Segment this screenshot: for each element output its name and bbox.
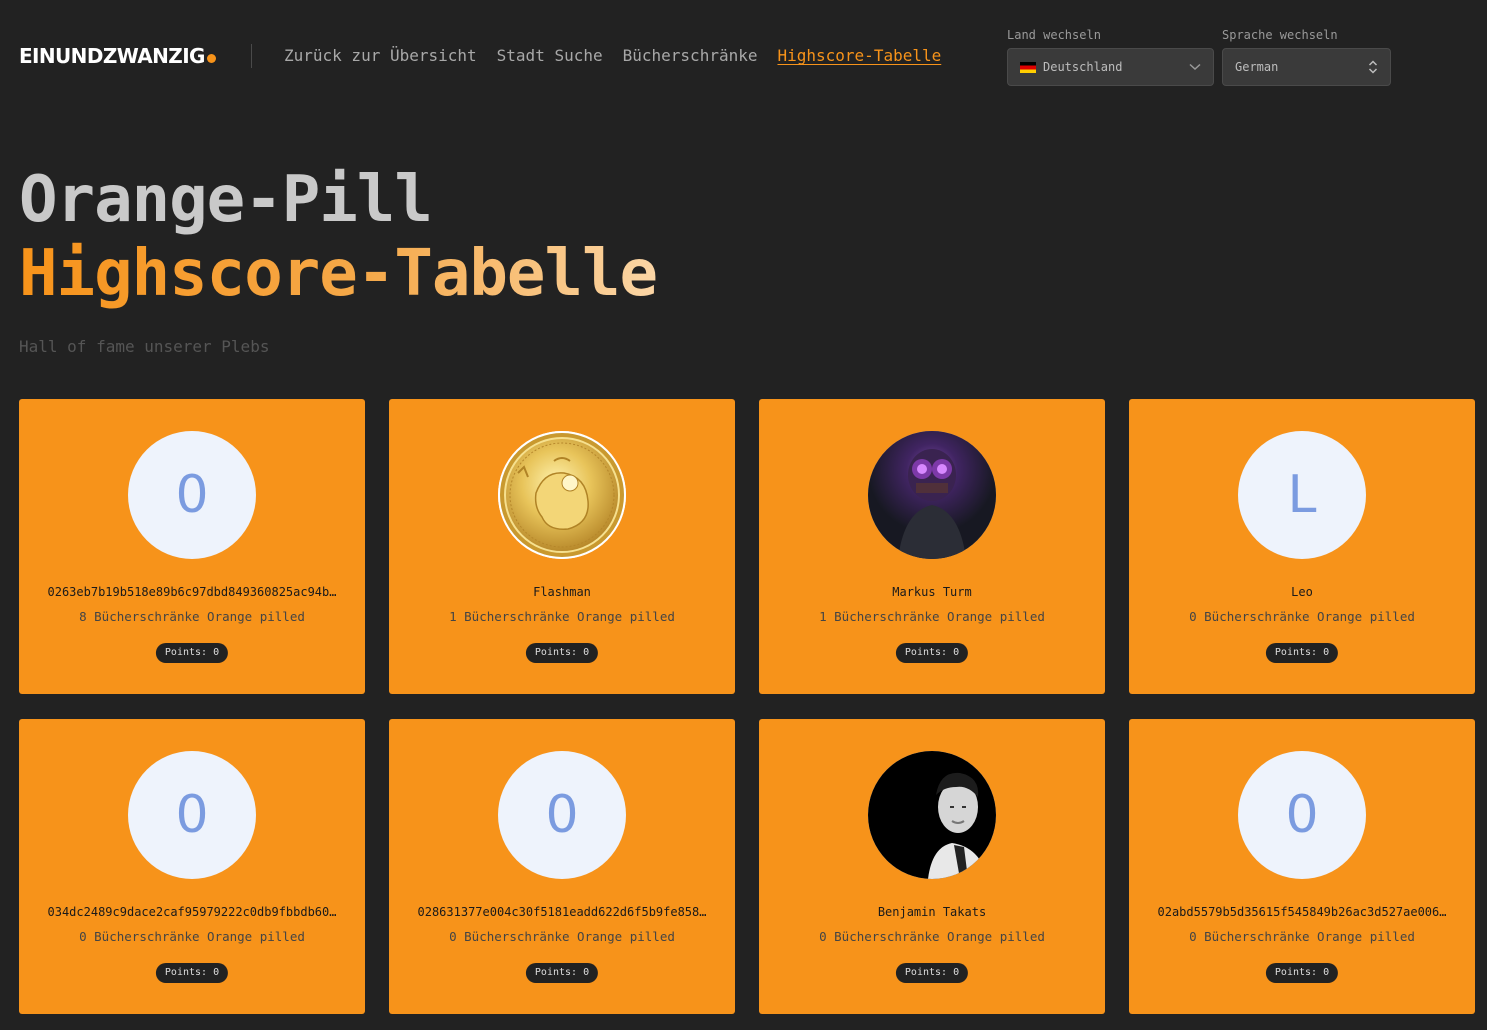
highscore-card[interactable]: Markus Turm 1 Bücherschränke Orange pill…	[759, 399, 1105, 694]
highscore-card[interactable]: 0 0263eb7b19b518e89b6c97dbd849360825ac94…	[19, 399, 365, 694]
card-count: 0 Bücherschränke Orange pilled	[449, 929, 675, 944]
card-name: Benjamin Takats	[877, 905, 987, 919]
points-badge: Points: 0	[1265, 963, 1339, 983]
card-count: 0 Bücherschränke Orange pilled	[1189, 929, 1415, 944]
highscore-card[interactable]: 0 02abd5579b5d35615f545849b26ac3d527ae00…	[1129, 719, 1475, 1014]
card-count: 8 Bücherschränke Orange pilled	[79, 609, 305, 624]
country-label: Land wechseln	[1007, 28, 1101, 42]
points-badge: Points: 0	[895, 963, 969, 983]
header-divider	[251, 44, 252, 68]
card-name: Leo	[1291, 585, 1313, 599]
page-title-line2: Highscore-Tabelle	[19, 234, 658, 314]
card-name: 02abd5579b5d35615f545849b26ac3d527ae006…	[1157, 905, 1447, 919]
top-header: EINUNDZWANZIG Zurück zur Übersicht Stadt…	[0, 0, 1487, 110]
card-name: Flashman	[533, 585, 591, 599]
avatar-initial: 0	[175, 465, 209, 525]
neon-mask-photo	[868, 431, 996, 559]
card-count: 0 Bücherschränke Orange pilled	[819, 929, 1045, 944]
gold-coin-image	[498, 431, 626, 559]
card-name: 0263eb7b19b518e89b6c97dbd849360825ac94b…	[47, 585, 337, 599]
avatar-initial: 0	[545, 785, 579, 845]
avatar: 0	[128, 431, 256, 559]
avatar: 0	[128, 751, 256, 879]
highscore-card[interactable]: L Leo 0 Bücherschränke Orange pilled Poi…	[1129, 399, 1475, 694]
card-count: 0 Bücherschränke Orange pilled	[79, 929, 305, 944]
points-badge: Points: 0	[525, 963, 599, 983]
country-select[interactable]: Deutschland	[1007, 48, 1214, 86]
highscore-card[interactable]: 0 028631377e004c30f5181eadd622d6f5b9fe85…	[389, 719, 735, 1014]
card-count: 1 Bücherschränke Orange pilled	[449, 609, 675, 624]
avatar: 0	[1238, 751, 1366, 879]
germany-flag-icon	[1020, 61, 1036, 73]
highscore-card[interactable]: Flashman 1 Bücherschränke Orange pilled …	[389, 399, 735, 694]
avatar-initial: 0	[1285, 785, 1319, 845]
logo-dot-icon	[206, 54, 216, 63]
language-value: German	[1235, 60, 1279, 74]
highscore-card[interactable]: Benjamin Takats 0 Bücherschränke Orange …	[759, 719, 1105, 1014]
card-name: 034dc2489c9dace2caf95979222c0db9fbbdb60…	[47, 905, 337, 919]
country-value: Deutschland	[1043, 60, 1123, 74]
page-title-line1: Orange-Pill	[19, 163, 433, 237]
language-label: Sprache wechseln	[1222, 28, 1338, 42]
logo-text: EINUNDZWANZIG	[19, 44, 205, 68]
avatar-initial: L	[1287, 465, 1317, 525]
avatar: L	[1238, 431, 1366, 559]
language-switcher: Sprache wechseln German	[1222, 28, 1391, 86]
nav-link-overview[interactable]: Zurück zur Übersicht	[284, 46, 477, 65]
highscore-grid: 0 0263eb7b19b518e89b6c97dbd849360825ac94…	[19, 399, 1475, 1014]
avatar	[868, 751, 996, 879]
highscore-card[interactable]: 0 034dc2489c9dace2caf95979222c0db9fbbdb6…	[19, 719, 365, 1014]
card-name: 028631377e004c30f5181eadd622d6f5b9fe858…	[417, 905, 707, 919]
avatar-initial: 0	[175, 785, 209, 845]
card-count: 0 Bücherschränke Orange pilled	[1189, 609, 1415, 624]
language-select[interactable]: German	[1222, 48, 1391, 86]
avatar: 0	[498, 751, 626, 879]
avatar	[868, 431, 996, 559]
points-badge: Points: 0	[895, 643, 969, 663]
main-nav: Zurück zur Übersicht Stadt Suche Büchers…	[284, 46, 941, 65]
nav-link-city-search[interactable]: Stadt Suche	[497, 46, 603, 65]
points-badge: Points: 0	[155, 643, 229, 663]
chevron-up-down-icon	[1368, 60, 1378, 74]
chevron-down-icon	[1189, 63, 1201, 71]
page-subtitle: Hall of fame unserer Plebs	[19, 337, 270, 356]
card-count: 1 Bücherschränke Orange pilled	[819, 609, 1045, 624]
nav-link-bookcases[interactable]: Bücherschränke	[623, 46, 758, 65]
portrait-photo	[868, 751, 996, 879]
points-badge: Points: 0	[155, 963, 229, 983]
logo[interactable]: EINUNDZWANZIG	[19, 44, 216, 68]
country-switcher: Land wechseln Deutschland	[1007, 28, 1214, 86]
points-badge: Points: 0	[525, 643, 599, 663]
card-name: Markus Turm	[892, 585, 972, 599]
avatar	[498, 431, 626, 559]
nav-link-highscore[interactable]: Highscore-Tabelle	[777, 46, 941, 65]
points-badge: Points: 0	[1265, 643, 1339, 663]
